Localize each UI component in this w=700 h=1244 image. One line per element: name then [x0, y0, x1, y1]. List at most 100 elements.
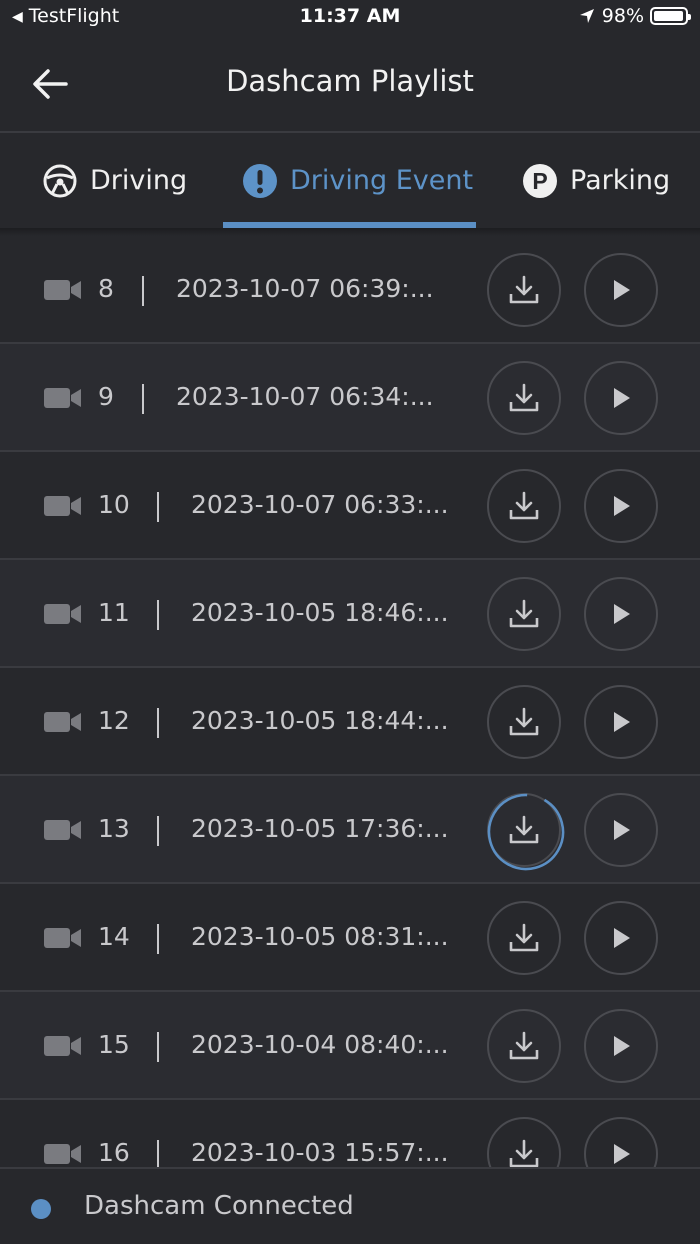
recording-datetime: 2023-10-05 17:36:... — [191, 814, 449, 843]
steering-wheel-icon — [43, 164, 77, 197]
status-bar: ◀ TestFlight 11:37 AM 98% — [0, 0, 700, 36]
download-button[interactable] — [487, 1117, 561, 1167]
video-camera-icon — [44, 280, 81, 300]
video-camera-icon — [44, 1036, 81, 1056]
svg-text:P: P — [532, 168, 547, 194]
connection-indicator — [31, 1199, 51, 1219]
recording-datetime: 2023-10-07 06:33:... — [191, 490, 449, 519]
recording-index: 16 — [98, 1138, 130, 1167]
recording-row[interactable]: 10 2023-10-07 06:33:... — [0, 452, 700, 560]
video-camera-icon — [44, 496, 81, 516]
recording-index: 13 — [98, 814, 130, 843]
play-button[interactable] — [584, 577, 658, 651]
separator — [157, 600, 159, 630]
video-camera-icon — [44, 820, 81, 840]
video-camera-icon — [44, 604, 81, 624]
tab-parking-label: Parking — [570, 165, 671, 196]
separator — [157, 816, 159, 846]
separator — [157, 924, 159, 954]
download-progress-ring — [487, 793, 565, 871]
download-button[interactable] — [487, 901, 561, 975]
recording-row[interactable]: 16 2023-10-03 15:57:... — [0, 1100, 700, 1167]
tab-driving[interactable]: Driving — [42, 133, 187, 228]
recording-index: 12 — [98, 706, 130, 735]
download-button[interactable] — [487, 685, 561, 759]
recording-list: 8 2023-10-07 06:39:... 9 2023-10-07 06:3… — [0, 236, 700, 1167]
play-button[interactable] — [584, 1009, 658, 1083]
recording-datetime: 2023-10-05 08:31:... — [191, 922, 449, 951]
tab-bar: Driving Driving Event P Parking — [0, 133, 700, 228]
download-icon — [509, 383, 539, 412]
recording-datetime: 2023-10-04 08:40:... — [191, 1030, 449, 1059]
recording-index: 9 — [98, 382, 114, 411]
play-icon — [614, 928, 630, 948]
recording-datetime: 2023-10-05 18:44:... — [191, 706, 449, 735]
video-camera-icon — [44, 928, 81, 948]
battery-percent: 98% — [601, 5, 644, 27]
recording-row[interactable]: 15 2023-10-04 08:40:... — [0, 992, 700, 1100]
recording-datetime: 2023-10-07 06:39:... — [176, 274, 434, 303]
play-button[interactable] — [584, 901, 658, 975]
connection-status-text: Dashcam Connected — [84, 1191, 354, 1221]
play-icon — [614, 1036, 630, 1056]
tab-divider — [0, 228, 700, 236]
play-icon — [614, 496, 630, 516]
play-icon — [614, 820, 630, 840]
video-camera-icon — [44, 712, 81, 732]
play-icon — [614, 388, 630, 408]
parking-circle-icon: P — [523, 163, 557, 198]
separator — [142, 384, 144, 414]
play-button[interactable] — [584, 685, 658, 759]
download-button[interactable] — [487, 253, 561, 327]
separator — [142, 276, 144, 306]
play-button[interactable] — [584, 253, 658, 327]
tab-driving-label: Driving — [90, 165, 188, 196]
recording-row[interactable]: 12 2023-10-05 18:44:... — [0, 668, 700, 776]
status-right: 98% — [578, 5, 691, 27]
recording-row[interactable]: 9 2023-10-07 06:34:... — [0, 344, 700, 452]
play-button[interactable] — [584, 469, 658, 543]
separator — [157, 1032, 159, 1062]
separator — [157, 492, 159, 522]
video-camera-icon — [44, 1144, 81, 1164]
recording-index: 11 — [98, 598, 130, 627]
tab-parking[interactable]: P Parking — [522, 133, 670, 228]
download-icon — [509, 599, 539, 628]
connection-status-bar: Dashcam Connected — [0, 1167, 700, 1244]
download-button[interactable] — [487, 361, 561, 435]
play-button[interactable] — [584, 361, 658, 435]
play-button[interactable] — [584, 1117, 658, 1167]
download-button[interactable] — [487, 469, 561, 543]
recording-datetime: 2023-10-03 15:57:... — [191, 1138, 449, 1167]
recording-datetime: 2023-10-05 18:46:... — [191, 598, 449, 627]
separator — [157, 708, 159, 738]
battery-icon — [650, 7, 691, 25]
play-icon — [614, 280, 630, 300]
play-icon — [614, 604, 630, 624]
page-title: Dashcam Playlist — [226, 64, 474, 98]
download-icon — [509, 491, 539, 520]
recording-row[interactable]: 8 2023-10-07 06:39:... — [0, 236, 700, 344]
recording-datetime: 2023-10-07 06:34:... — [176, 382, 434, 411]
download-icon — [509, 1031, 539, 1060]
download-button[interactable] — [487, 793, 565, 871]
video-camera-icon — [44, 388, 81, 408]
recording-index: 10 — [98, 490, 130, 519]
exclamation-circle-icon — [243, 163, 277, 198]
recording-index: 14 — [98, 922, 130, 951]
recording-row[interactable]: 13 2023-10-05 17:36:... — [0, 776, 700, 884]
download-button[interactable] — [487, 577, 561, 651]
download-icon — [509, 275, 539, 304]
nav-header: Dashcam Playlist — [0, 36, 700, 133]
recording-row[interactable]: 14 2023-10-05 08:31:... — [0, 884, 700, 992]
tab-driving-event[interactable]: Driving Event — [242, 133, 473, 228]
download-icon — [509, 923, 539, 952]
recording-index: 15 — [98, 1030, 130, 1059]
recording-row[interactable]: 11 2023-10-05 18:46:... — [0, 560, 700, 668]
download-button[interactable] — [487, 1009, 561, 1083]
tab-driving-event-label: Driving Event — [290, 165, 474, 196]
play-button[interactable] — [584, 793, 658, 867]
recording-index: 8 — [98, 274, 114, 303]
play-icon — [614, 712, 630, 732]
download-icon — [509, 1139, 539, 1167]
